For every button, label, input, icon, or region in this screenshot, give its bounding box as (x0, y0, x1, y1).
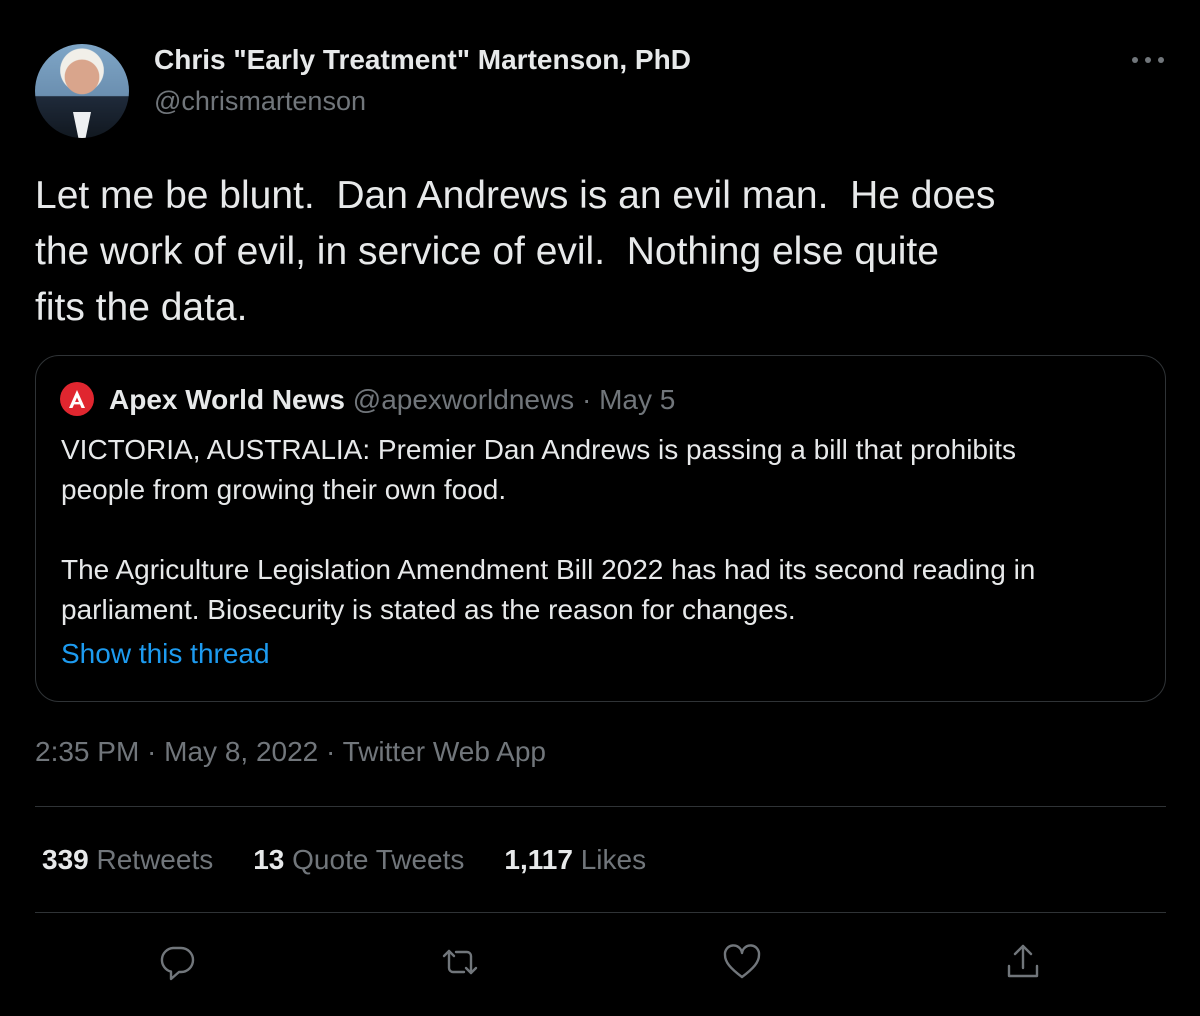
quotes-count: 13 (253, 844, 285, 875)
tweet-meta: 2:35 PM · May 8, 2022 · Twitter Web App (35, 736, 546, 767)
divider (35, 806, 1166, 807)
tweet-text: Let me be blunt. Dan Andrews is an evil … (35, 174, 996, 329)
show-thread-link[interactable]: Show this thread (61, 638, 270, 670)
quoted-text: VICTORIA, AUSTRALIA: Premier Dan Andrews… (61, 434, 1036, 625)
quoted-author-handle: @apexworldnews (352, 384, 575, 415)
quoted-tweet[interactable]: Apex World News @apexworldnews · May 5 V… (35, 355, 1166, 702)
action-bar (0, 940, 1200, 984)
author-handle[interactable]: @chrismartenson (154, 86, 366, 117)
quotes-label: Quote Tweets (292, 844, 465, 875)
quoted-author-name: Apex World News (109, 384, 345, 415)
likes-stat[interactable]: 1,117 Likes (504, 844, 646, 876)
retweets-label: Retweets (96, 844, 214, 875)
tweet-detail: Chris "Early Treatment" Martenson, PhD @… (0, 0, 1200, 1016)
quoted-date: May 5 (599, 384, 676, 415)
author-name[interactable]: Chris "Early Treatment" Martenson, PhD (154, 44, 691, 76)
quoted-header: Apex World News @apexworldnews · May 5 (109, 384, 675, 416)
divider (35, 912, 1166, 913)
likes-label: Likes (580, 844, 647, 875)
retweets-stat[interactable]: 339 Retweets (42, 844, 213, 876)
avatar[interactable] (35, 44, 129, 138)
apex-logo-icon (60, 382, 94, 416)
retweets-count: 339 (42, 844, 89, 875)
retweet-icon[interactable] (438, 940, 482, 984)
quotes-stat[interactable]: 13 Quote Tweets (253, 844, 464, 876)
more-icon[interactable] (1128, 48, 1168, 72)
reply-icon[interactable] (155, 940, 199, 984)
quoted-separator: · (574, 384, 600, 415)
heart-icon[interactable] (720, 940, 764, 984)
stats-row: 339 Retweets 13 Quote Tweets 1,117 Likes (42, 844, 686, 876)
likes-count: 1,117 (504, 844, 573, 875)
share-icon[interactable] (1001, 940, 1045, 984)
